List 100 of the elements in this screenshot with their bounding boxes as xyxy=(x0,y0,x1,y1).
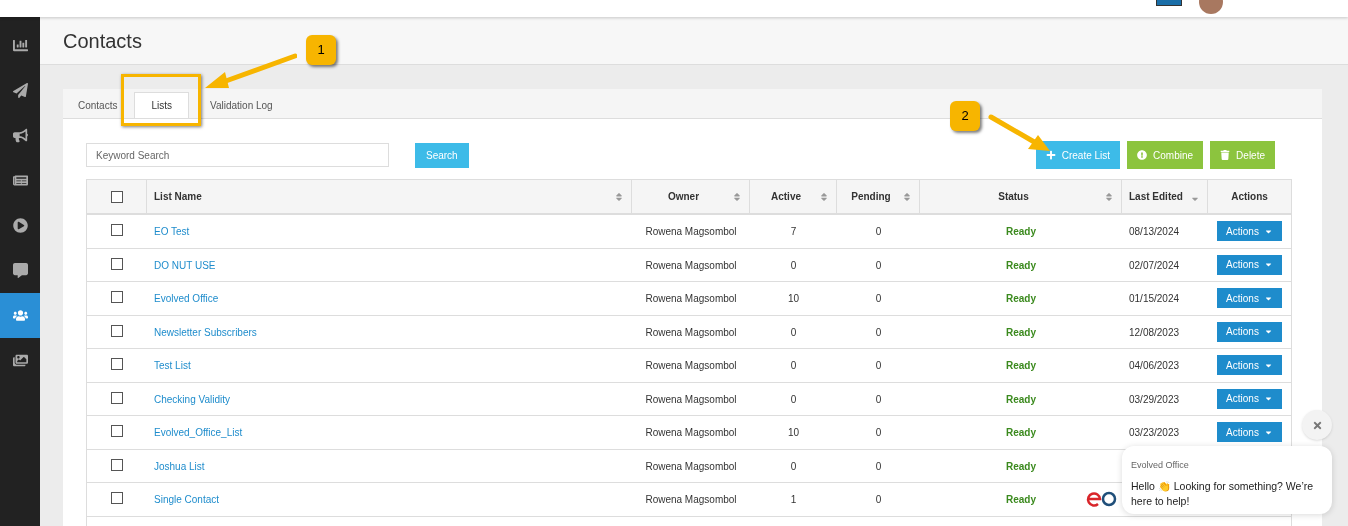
active-cell: 7 xyxy=(790,226,797,237)
status-cell: Ready xyxy=(1006,427,1036,438)
megaphone-icon xyxy=(12,128,28,143)
active-cell: 10 xyxy=(787,293,800,304)
sort-icon[interactable] xyxy=(614,191,624,202)
actions-dropdown-button[interactable]: Actions xyxy=(1217,388,1282,409)
owner-cell: Rowena Magsombol xyxy=(645,427,737,438)
list-name-link[interactable]: DO NUT USE xyxy=(154,259,216,271)
keyword-search-field[interactable]: Keyword Search xyxy=(86,143,389,167)
row-checkbox[interactable] xyxy=(111,391,123,404)
arrow-icon xyxy=(988,113,1052,153)
list-name-link[interactable]: Single Contact xyxy=(154,494,220,505)
actions-dropdown-button[interactable]: Actions xyxy=(1217,321,1282,342)
actions-dropdown-button[interactable]: Actions xyxy=(1217,288,1282,308)
close-chat-button[interactable] xyxy=(1302,410,1332,440)
status-cell: Ready xyxy=(1006,226,1036,237)
caret-icon xyxy=(1263,260,1273,269)
status-cell: Ready xyxy=(1006,494,1036,505)
list-name-link[interactable]: EO Test xyxy=(154,226,190,237)
pending-cell: 0 xyxy=(875,460,882,472)
list-name-link[interactable]: Joshua List xyxy=(154,460,205,472)
row-checkbox[interactable] xyxy=(111,425,123,437)
search-button[interactable]: Search xyxy=(415,142,469,168)
combine-button[interactable]: Combine xyxy=(1127,141,1204,169)
logo-icon xyxy=(1086,490,1118,508)
list-name-link[interactable]: Checking Validity xyxy=(154,393,230,405)
caret-icon xyxy=(1263,327,1273,336)
plus-icon xyxy=(1045,150,1056,160)
last-edited-cell: 12/08/2023 xyxy=(1129,326,1180,338)
row-checkbox[interactable] xyxy=(111,224,123,236)
status-cell: Ready xyxy=(1006,393,1036,405)
owner-cell: Rowena Magsombol xyxy=(645,393,737,405)
row-checkbox[interactable] xyxy=(111,291,123,303)
last-edited-cell: 02/07/2024 xyxy=(1129,259,1180,271)
owner-cell: Rowena Magsombol xyxy=(645,293,737,304)
last-edited-cell: 04/06/2023 xyxy=(1129,360,1180,371)
row-checkbox[interactable] xyxy=(111,324,123,337)
chart-icon xyxy=(12,38,28,53)
images-icon xyxy=(12,353,28,368)
create-list-button[interactable]: Create List xyxy=(1035,141,1121,169)
pending-cell: 0 xyxy=(875,427,882,438)
pending-cell: 0 xyxy=(875,226,882,237)
column-header: Active xyxy=(770,190,802,204)
tab[interactable]: Validation Log xyxy=(198,92,285,118)
active-cell: 10 xyxy=(787,427,800,438)
row-checkbox[interactable] xyxy=(111,458,123,471)
owner-cell: Rowena Magsombol xyxy=(645,494,737,505)
actions-dropdown-button[interactable]: Actions xyxy=(1217,254,1282,275)
list-name-link[interactable]: Newsletter Subscribers xyxy=(154,326,257,338)
newspaper-icon xyxy=(12,173,28,188)
close-icon xyxy=(1311,419,1323,431)
column-header: Actions xyxy=(1230,190,1269,204)
play-icon xyxy=(12,218,28,233)
column-header: List Name xyxy=(154,190,202,204)
last-edited-cell: 03/23/2023 xyxy=(1129,427,1180,438)
owner-cell: Rowena Magsombol xyxy=(645,360,737,371)
column-header: Owner xyxy=(666,190,701,204)
row-checkbox[interactable] xyxy=(111,358,123,370)
sort-icon[interactable] xyxy=(732,191,742,202)
active-cell: 0 xyxy=(790,360,797,371)
status-cell: Ready xyxy=(1006,326,1036,338)
row-checkbox[interactable] xyxy=(111,492,123,504)
row-checkbox[interactable] xyxy=(111,257,123,270)
active-cell: 1 xyxy=(790,494,797,505)
paper-plane-icon xyxy=(12,83,28,98)
chat-message: Hello 👏 Looking for something? We’re here to help! xyxy=(1131,478,1315,509)
tab[interactable]: Contacts xyxy=(66,92,130,118)
last-edited-cell: 08/13/2024 xyxy=(1129,226,1180,237)
column-header: Pending xyxy=(850,190,892,204)
list-name-link[interactable]: Test List xyxy=(154,360,191,371)
sidebar-item[interactable] xyxy=(0,293,40,338)
exclamation-icon xyxy=(1137,150,1148,160)
last-edited-cell: 03/29/2023 xyxy=(1129,393,1180,405)
pending-cell: 0 xyxy=(875,259,882,271)
sort-icon[interactable] xyxy=(902,191,912,202)
list-name-link[interactable]: Evolved Office xyxy=(154,293,219,304)
owner-cell: Rowena Magsombol xyxy=(645,460,737,472)
owner-cell: Rowena Magsombol xyxy=(645,326,737,338)
callout-badge: 1 xyxy=(306,35,336,65)
status-cell: Ready xyxy=(1006,460,1036,472)
sort-icon[interactable] xyxy=(819,191,829,202)
last-edited-cell: 01/15/2024 xyxy=(1129,293,1180,304)
column-header: Status xyxy=(997,190,1030,204)
tab[interactable]: Lists xyxy=(134,92,190,118)
actions-dropdown-button[interactable]: Actions xyxy=(1217,221,1282,241)
delete-button[interactable]: Delete xyxy=(1210,141,1275,169)
active-cell: 0 xyxy=(790,460,797,472)
pending-cell: 0 xyxy=(875,360,882,371)
sort-icon[interactable] xyxy=(1104,191,1114,202)
actions-dropdown-button[interactable]: Actions xyxy=(1217,422,1282,442)
actions-dropdown-button[interactable]: Actions xyxy=(1217,355,1282,375)
owner-cell: Rowena Magsombol xyxy=(645,259,737,271)
users-icon xyxy=(12,308,28,323)
status-cell: Ready xyxy=(1006,293,1036,304)
list-name-link[interactable]: Evolved_Office_List xyxy=(154,427,243,438)
pending-cell: 0 xyxy=(875,293,882,304)
status-cell: Ready xyxy=(1006,259,1036,271)
active-cell: 0 xyxy=(790,393,797,405)
select-all-checkbox[interactable] xyxy=(110,190,123,203)
pending-cell: 0 xyxy=(875,393,882,405)
